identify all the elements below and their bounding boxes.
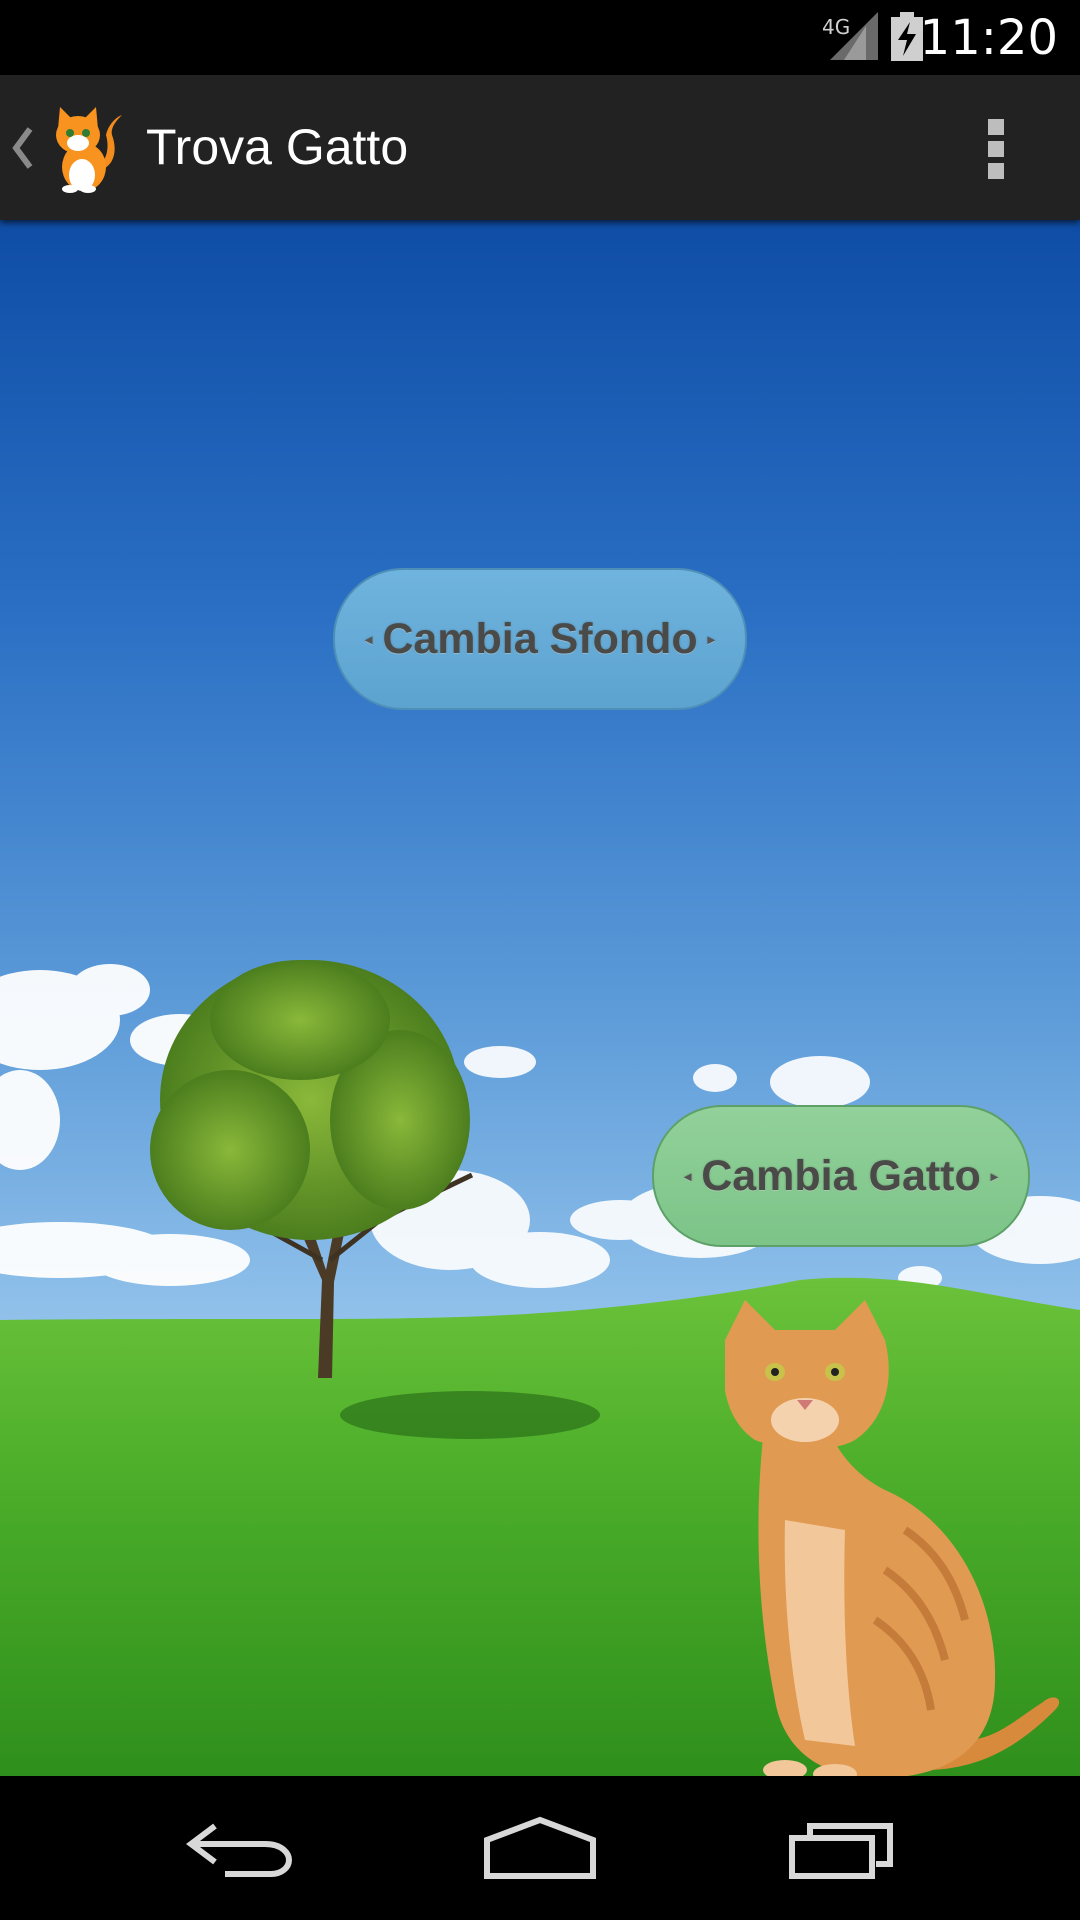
recents-icon[interactable] bbox=[788, 1816, 896, 1880]
right-arrow-icon: ▸ bbox=[990, 1167, 998, 1184]
left-arrow-icon: ◂ bbox=[365, 630, 373, 647]
back-icon[interactable] bbox=[185, 1816, 295, 1880]
action-bar: Trova Gatto bbox=[0, 75, 1080, 220]
left-arrow-icon: ◂ bbox=[684, 1167, 692, 1184]
overflow-menu-icon[interactable] bbox=[984, 115, 1008, 181]
change-background-button[interactable]: ◂ Cambia Sfondo ▸ bbox=[333, 568, 747, 710]
scene-background: ◂ Cambia Sfondo ▸ ◂ Cambia Gatto ▸ bbox=[0, 220, 1080, 1776]
signal-4g-icon: 4G bbox=[822, 12, 878, 60]
change-cat-label: Cambia Gatto bbox=[701, 1151, 981, 1200]
change-cat-button[interactable]: ◂ Cambia Gatto ▸ bbox=[652, 1105, 1030, 1247]
up-navigation-icon[interactable] bbox=[10, 125, 34, 171]
right-arrow-icon: ▸ bbox=[707, 630, 715, 647]
cat-image[interactable] bbox=[725, 1300, 1065, 1776]
change-background-label: Cambia Sfondo bbox=[382, 614, 698, 663]
status-time: 11:20 bbox=[919, 10, 1058, 66]
app-title: Trova Gatto bbox=[146, 119, 409, 175]
status-bar: 4G 11:20 bbox=[0, 0, 1080, 75]
home-icon[interactable] bbox=[483, 1816, 597, 1880]
svg-text:4G: 4G bbox=[822, 15, 850, 39]
tree-illustration bbox=[150, 960, 474, 1378]
navigation-bar bbox=[0, 1776, 1080, 1920]
cat-app-icon[interactable] bbox=[48, 101, 126, 193]
